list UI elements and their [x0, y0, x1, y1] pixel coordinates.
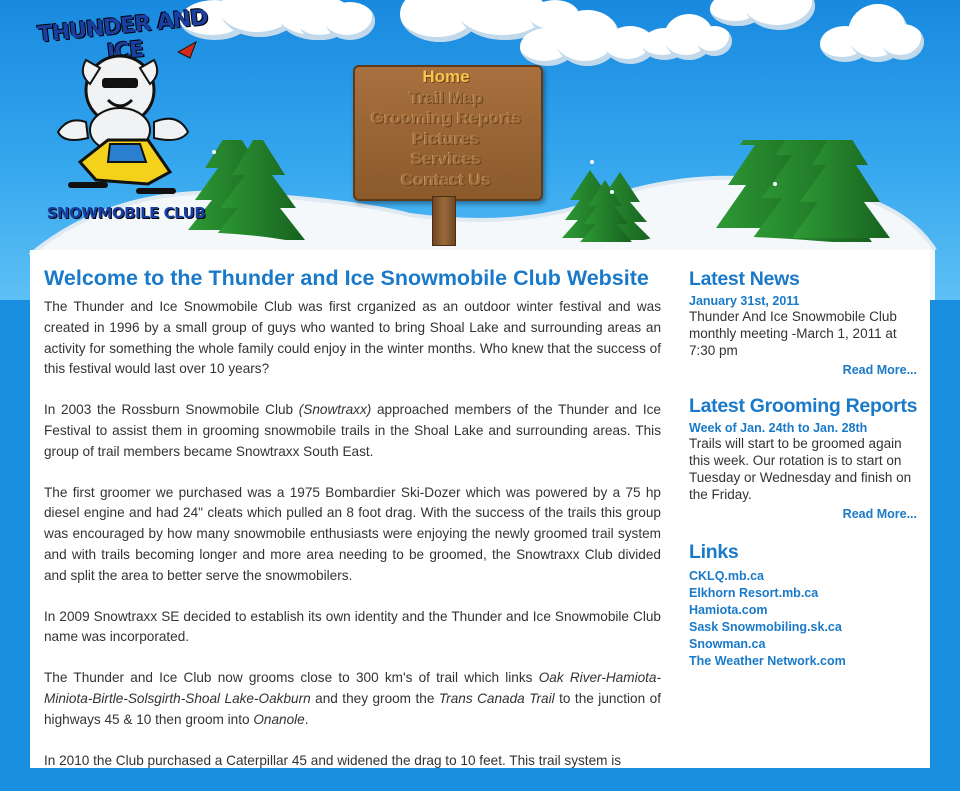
link-sask-snowmobiling[interactable]: Sask Snowmobiling.sk.ca	[689, 619, 917, 636]
grooming-body: Trails will start to be groomed again th…	[689, 436, 912, 502]
club-logo[interactable]: THUNDER AND ICE SNOWMOBILE CLUB	[28, 5, 220, 222]
news-body: Thunder And Ice Snowmobile Club monthly …	[689, 309, 897, 358]
main-nav: Home Trail Map Grooming Reports Pictures…	[353, 67, 539, 191]
snowman-rider-icon	[56, 40, 197, 194]
nav-grooming-reports[interactable]: Grooming Reports	[353, 108, 539, 129]
logo-subtitle: SNOWMOBILE CLUB	[46, 204, 206, 222]
news-heading: Latest News	[689, 268, 800, 290]
page-title: Welcome to the Thunder and Ice Snowmobil…	[44, 266, 649, 290]
nav-pictures[interactable]: Pictures	[353, 129, 539, 150]
link-cklq[interactable]: CKLQ.mb.ca	[689, 568, 917, 585]
caterpillar-paragraph: In 2010 the Club purchased a Caterpillar…	[44, 752, 622, 768]
link-weather-network[interactable]: The Weather Network.com	[689, 653, 917, 670]
cloud	[820, 4, 925, 66]
cloud	[520, 10, 660, 70]
sign-post	[432, 196, 456, 246]
nav-services[interactable]: Services	[353, 149, 539, 170]
identity-paragraph: In 2009 Snowtraxx SE decided to establis…	[44, 608, 661, 645]
nav-contact-us[interactable]: Contact Us	[353, 170, 539, 191]
main-content: Welcome to the Thunder and Ice Snowmobil…	[44, 266, 661, 791]
snowflake	[610, 190, 614, 194]
grooming-read-more-link[interactable]: Read More...	[689, 507, 917, 521]
link-elkhorn-resort[interactable]: Elkhorn Resort.mb.ca	[689, 585, 917, 602]
sidebar: Latest News January 31st, 2011 Thunder A…	[689, 268, 918, 670]
latest-news: Latest News January 31st, 2011 Thunder A…	[689, 268, 917, 377]
link-snowman[interactable]: Snowman.ca	[689, 636, 917, 653]
intro-paragraph: The Thunder and Ice Snowmobile Club was …	[44, 299, 661, 377]
groomer-paragraph: The first groomer we purchased was a 197…	[44, 484, 661, 583]
grooming-heading: Latest Grooming Reports	[689, 395, 918, 417]
link-hamiota[interactable]: Hamiota.com	[689, 602, 917, 619]
snowflake	[773, 182, 777, 186]
cloud	[710, 0, 830, 32]
latest-grooming-reports: Latest Grooming Reports Week of Jan. 24t…	[689, 395, 918, 521]
news-read-more-link[interactable]: Read More...	[689, 363, 917, 377]
snowflake	[590, 160, 594, 164]
links-heading: Links	[689, 541, 739, 563]
grooming-date: Week of Jan. 24th to Jan. 28th	[689, 421, 868, 435]
history-paragraph: In 2003 the Rossburn Snowmobile Club (Sn…	[44, 402, 661, 459]
news-date: January 31st, 2011	[689, 294, 800, 308]
nav-home[interactable]: Home	[353, 67, 539, 88]
trails-paragraph: The Thunder and Ice Club now grooms clos…	[44, 670, 662, 727]
links-section: Links CKLQ.mb.ca Elkhorn Resort.mb.ca Ha…	[689, 541, 917, 670]
nav-trail-map[interactable]: Trail Map	[353, 88, 539, 109]
